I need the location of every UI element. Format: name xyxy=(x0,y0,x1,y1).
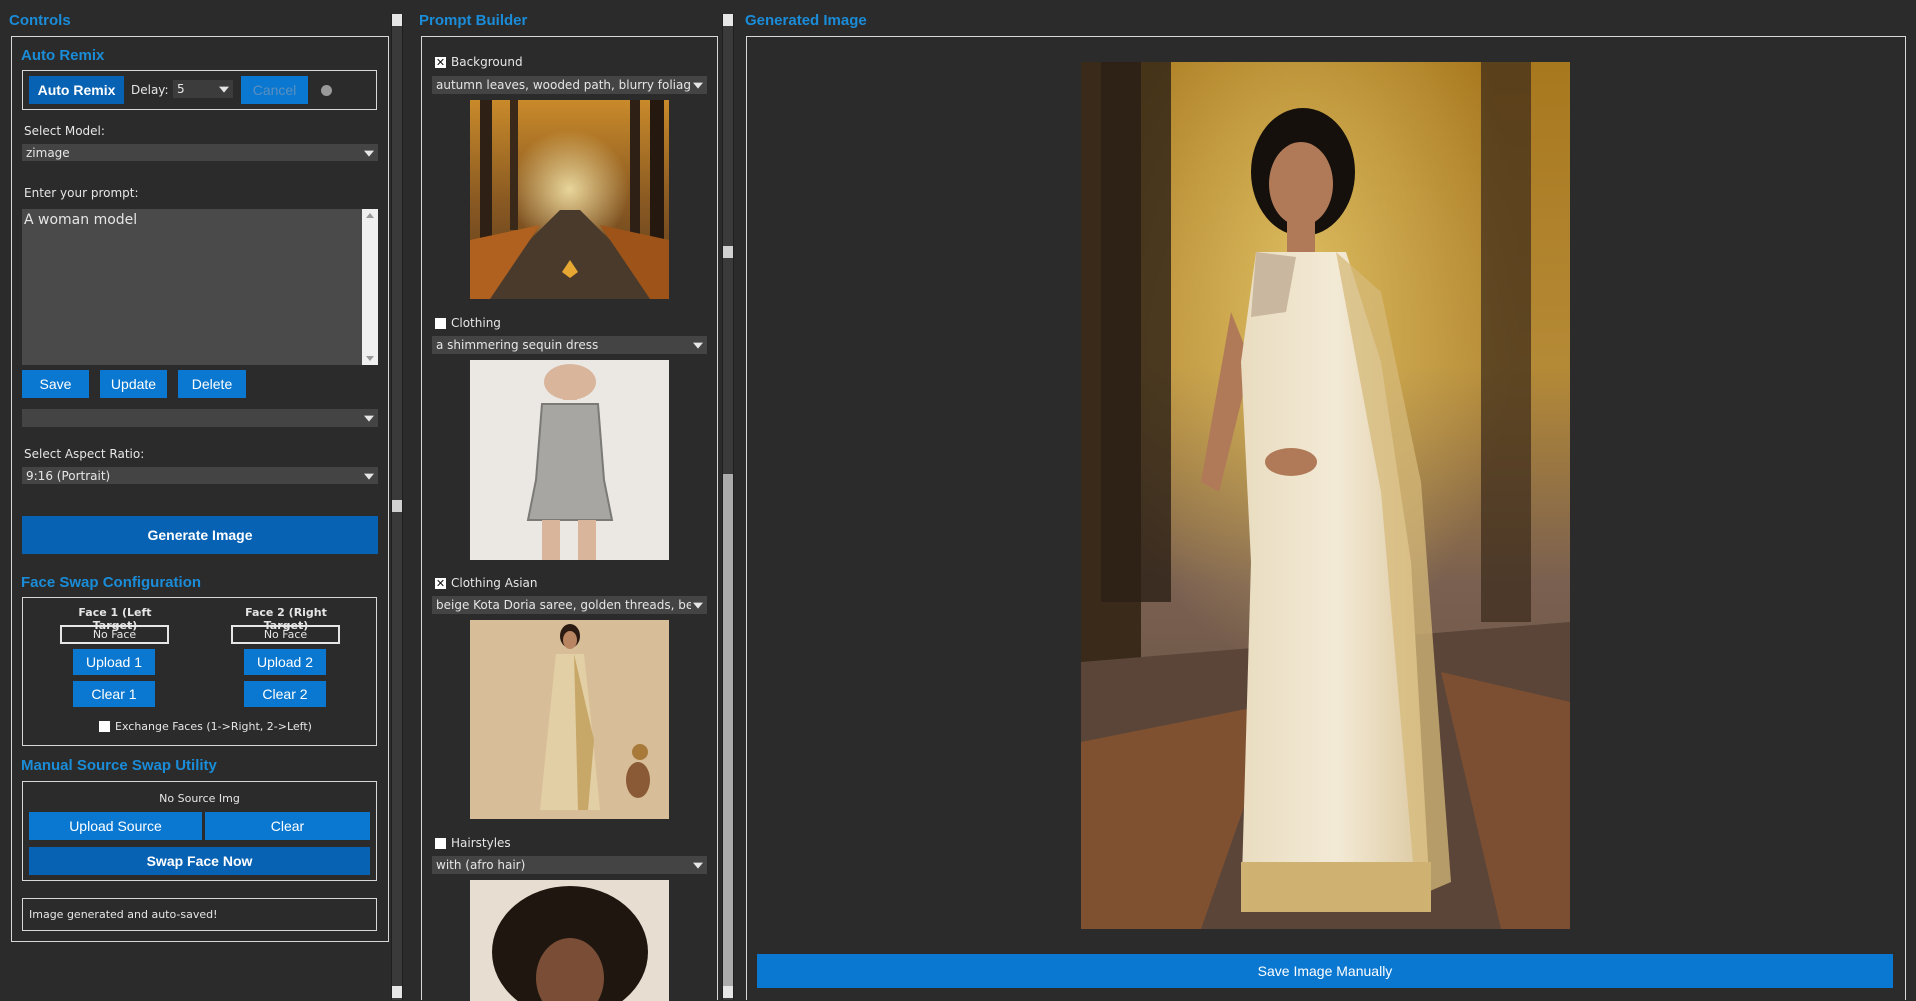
generated-image xyxy=(1081,62,1570,929)
prompt-text: A woman model xyxy=(24,212,138,228)
upload-source-button[interactable]: Upload Source xyxy=(29,812,202,840)
controls-scroll-thumb[interactable] xyxy=(392,500,402,512)
delay-value: 5 xyxy=(177,82,185,96)
background-value: autumn leaves, wooded path, blurry folia… xyxy=(436,78,691,92)
auto-remix-title: Auto Remix xyxy=(21,47,105,64)
model-value: zimage xyxy=(26,145,70,160)
background-checkbox[interactable]: ✕ Background xyxy=(435,55,523,69)
prompt-label: Enter your prompt: xyxy=(24,186,139,200)
save-button[interactable]: Save xyxy=(22,370,89,398)
upload1-button[interactable]: Upload 1 xyxy=(73,649,155,675)
clothing-thumbnail xyxy=(470,360,669,560)
status-message: Image generated and auto-saved! xyxy=(29,908,218,921)
clear1-button[interactable]: Clear 1 xyxy=(73,681,155,707)
clothing-asian-label: Clothing Asian xyxy=(451,576,538,590)
aspect-select[interactable]: 9:16 (Portrait) xyxy=(22,467,378,484)
prompt-scroll-thumb[interactable] xyxy=(723,246,733,258)
delay-down-icon[interactable] xyxy=(219,86,229,93)
delay-spinbox[interactable]: 5 xyxy=(173,80,233,98)
exchange-faces-checkbox[interactable]: Exchange Faces (1->Right, 2->Left) xyxy=(99,720,312,733)
clothing-asian-dropdown-icon[interactable] xyxy=(693,602,703,609)
aspect-value: 9:16 (Portrait) xyxy=(26,468,111,483)
prompt-scroll-down-icon[interactable] xyxy=(723,986,733,998)
cancel-button[interactable]: Cancel xyxy=(241,76,308,104)
hairstyles-checkbox[interactable]: Hairstyles xyxy=(435,836,511,850)
aspect-dropdown-icon[interactable] xyxy=(364,473,374,480)
scroll-up-icon[interactable] xyxy=(366,213,374,218)
clear2-button[interactable]: Clear 2 xyxy=(244,681,326,707)
hairstyles-value: with (afro hair) xyxy=(436,858,526,872)
scroll-down-icon[interactable] xyxy=(366,356,374,361)
controls-scroll-up-icon[interactable] xyxy=(392,14,402,26)
clothing-dropdown-icon[interactable] xyxy=(693,342,703,349)
prompt-textarea[interactable]: A woman model xyxy=(22,209,378,365)
controls-scroll-down-icon[interactable] xyxy=(392,986,402,998)
update-button[interactable]: Update xyxy=(100,370,167,398)
status-box: Image generated and auto-saved! xyxy=(22,898,377,931)
clothing-label: Clothing xyxy=(451,316,501,330)
prompt-builder-title: Prompt Builder xyxy=(419,12,528,29)
prompt-scrollbar[interactable] xyxy=(362,209,378,365)
clothing-checkbox[interactable]: Clothing xyxy=(435,316,501,330)
generated-image-title: Generated Image xyxy=(745,12,867,29)
background-label: Background xyxy=(451,55,523,69)
auto-remix-button[interactable]: Auto Remix xyxy=(29,76,124,104)
clothing-asian-check-icon[interactable]: ✕ xyxy=(435,577,446,589)
status-dot-icon xyxy=(321,85,332,96)
clothing-asian-select[interactable]: beige Kota Doria saree, golden threads, … xyxy=(432,596,707,614)
background-thumbnail xyxy=(470,100,669,299)
background-select[interactable]: autumn leaves, wooded path, blurry folia… xyxy=(432,76,707,94)
clothing-value: a shimmering sequin dress xyxy=(436,338,599,352)
delete-button[interactable]: Delete xyxy=(178,370,246,398)
manual-swap-title: Manual Source Swap Utility xyxy=(21,757,217,774)
preset-select[interactable] xyxy=(22,409,378,427)
upload2-button[interactable]: Upload 2 xyxy=(244,649,326,675)
model-select[interactable]: zimage xyxy=(22,144,378,161)
face-swap-title: Face Swap Configuration xyxy=(21,574,202,591)
source-status: No Source Img xyxy=(159,792,240,805)
face2-status: No Face xyxy=(231,625,340,644)
delay-label: Delay: xyxy=(131,83,169,97)
clothing-asian-thumbnail xyxy=(470,620,669,819)
clothing-check-icon[interactable] xyxy=(435,317,446,329)
hairstyles-dropdown-icon[interactable] xyxy=(693,862,703,869)
exchange-checkbox-box[interactable] xyxy=(99,721,110,732)
save-image-manually-button[interactable]: Save Image Manually xyxy=(757,954,1893,988)
exchange-label: Exchange Faces (1->Right, 2->Left) xyxy=(115,720,312,733)
select-model-label: Select Model: xyxy=(24,124,105,138)
clothing-select[interactable]: a shimmering sequin dress xyxy=(432,336,707,354)
prompt-scroll-lower-track[interactable] xyxy=(723,474,733,986)
hairstyles-thumbnail xyxy=(470,880,669,1001)
prompt-builder-scrollbar[interactable] xyxy=(722,14,734,1000)
preset-dropdown-icon[interactable] xyxy=(364,415,374,422)
swap-face-now-button[interactable]: Swap Face Now xyxy=(29,847,370,875)
clothing-asian-value: beige Kota Doria saree, golden threads, … xyxy=(436,598,691,612)
hairstyles-select[interactable]: with (afro hair) xyxy=(432,856,707,874)
prompt-scroll-up-icon[interactable] xyxy=(723,14,733,26)
hairstyles-label: Hairstyles xyxy=(451,836,511,850)
generate-button[interactable]: Generate Image xyxy=(22,516,378,554)
background-dropdown-icon[interactable] xyxy=(693,82,703,89)
controls-scrollbar[interactable] xyxy=(391,14,403,1000)
clothing-asian-checkbox[interactable]: ✕ Clothing Asian xyxy=(435,576,538,590)
background-check-icon[interactable]: ✕ xyxy=(435,56,446,68)
controls-title: Controls xyxy=(9,12,71,29)
aspect-label: Select Aspect Ratio: xyxy=(24,447,145,461)
face1-status: No Face xyxy=(60,625,169,644)
clear-source-button[interactable]: Clear xyxy=(205,812,370,840)
hairstyles-check-icon[interactable] xyxy=(435,837,446,849)
model-dropdown-icon[interactable] xyxy=(364,150,374,157)
